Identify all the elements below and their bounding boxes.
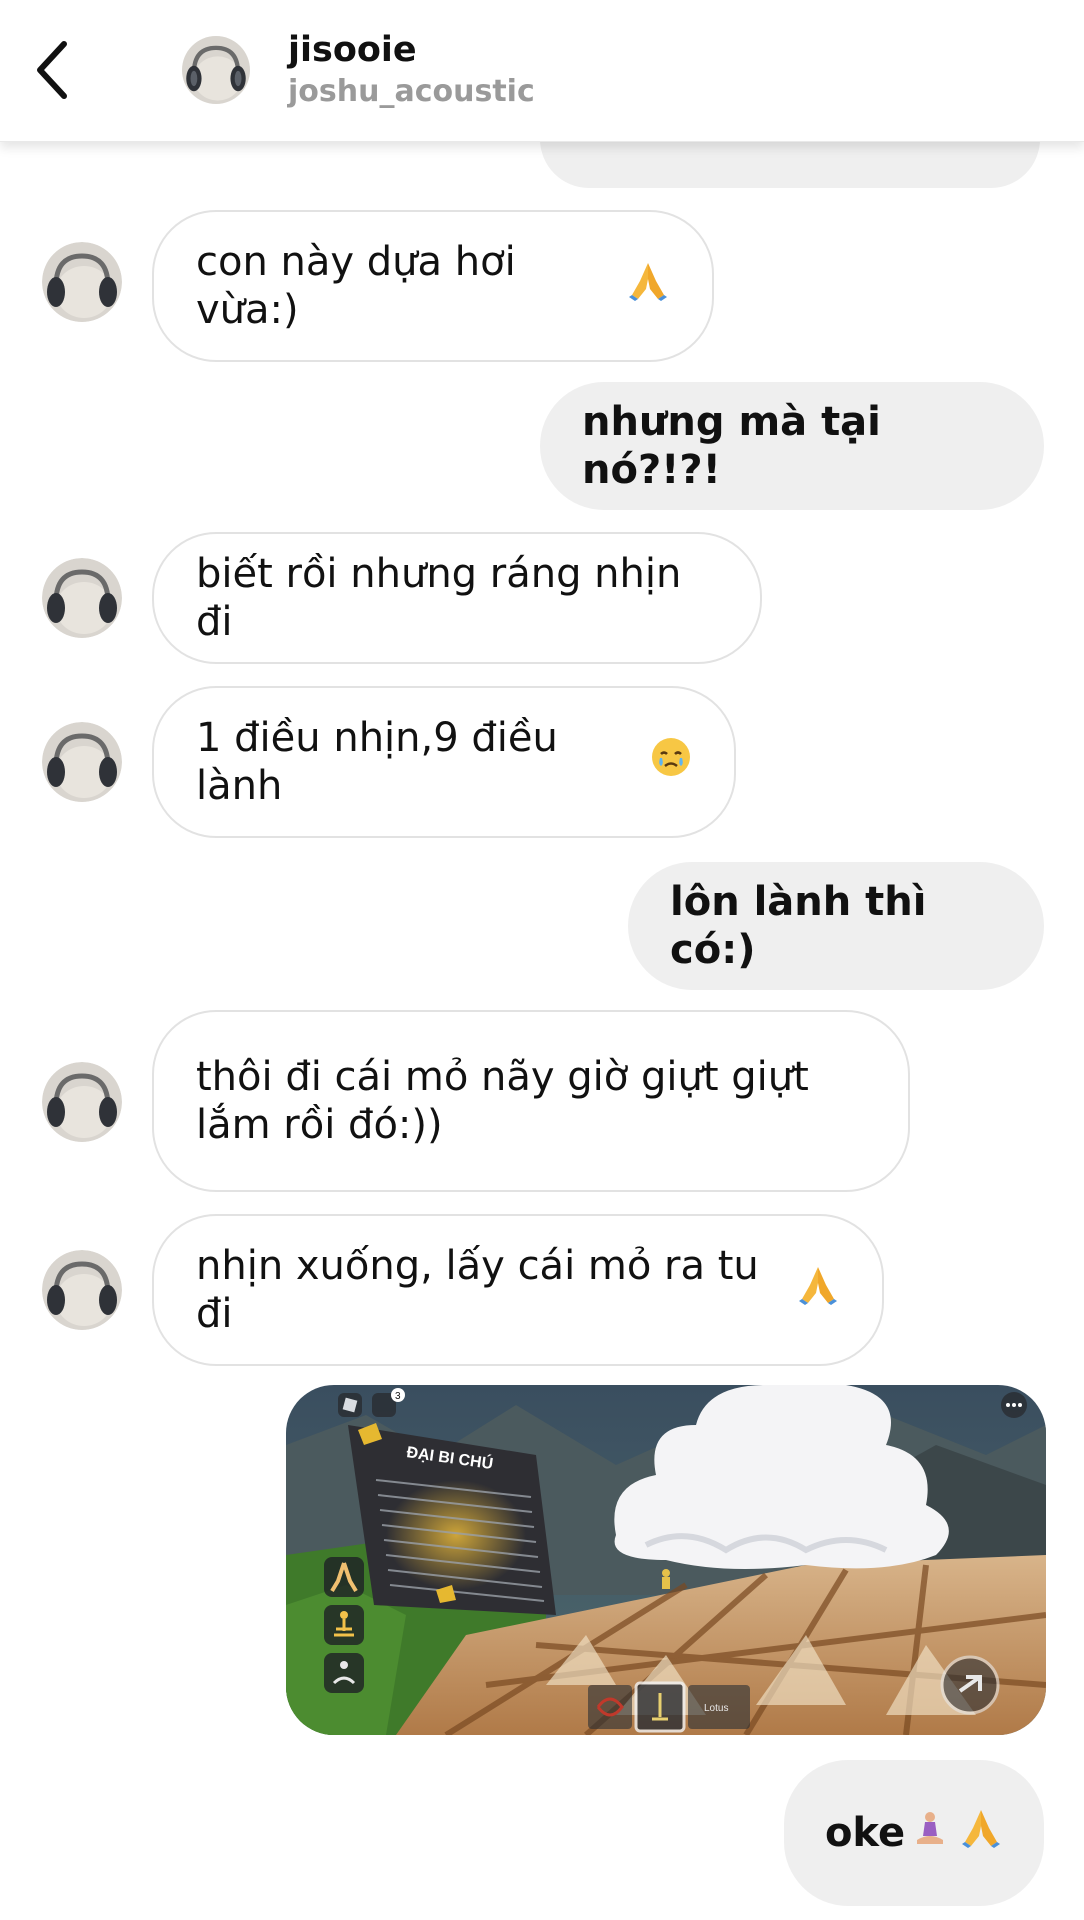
incoming-message[interactable]: biết rồi nhưng ráng nhịn đi bbox=[152, 532, 762, 664]
message-text: thôi đi cái mỏ nãy giờ giựt giựt lắm rồi… bbox=[196, 1054, 809, 1148]
folded-hands-icon bbox=[626, 259, 670, 314]
chat-screen: jisooie joshu_acoustic con này dựa hơi v… bbox=[0, 0, 1084, 1920]
incoming-message[interactable]: 1 điều nhịn,9 điều lành bbox=[152, 686, 736, 838]
header-avatar[interactable] bbox=[182, 36, 250, 104]
incoming-message[interactable]: thôi đi cái mỏ nãy giờ giựt giựt lắm rồi… bbox=[152, 1010, 910, 1192]
message-text: lôn lành thì có:) bbox=[670, 879, 927, 973]
message-text: nhưng mà tại nó?!?! bbox=[582, 399, 881, 493]
message-text: 1 điều nhịn,9 điều lành bbox=[196, 715, 558, 809]
outgoing-message[interactable]: nhưng mà tại nó?!?! bbox=[540, 382, 1044, 510]
outgoing-message[interactable]: lôn lành thì có:) bbox=[628, 862, 1044, 990]
hotbar-item-label: Lotus bbox=[704, 1703, 728, 1714]
message-text: con này dựa hơi vừa:) bbox=[196, 239, 516, 333]
chevron-left-icon bbox=[37, 41, 67, 99]
message-text: oke bbox=[824, 1810, 906, 1856]
folded-hands-icon bbox=[796, 1263, 840, 1318]
game-screenshot: ĐẠI BI CHÚ 3 Lotus bbox=[286, 1385, 1046, 1735]
folded-hands-icon bbox=[959, 1806, 1003, 1861]
sender-avatar[interactable] bbox=[42, 722, 122, 802]
incoming-message[interactable]: nhịn xuống, lấy cái mỏ ra tu đi bbox=[152, 1214, 884, 1366]
face-holding-back-tears-icon bbox=[650, 736, 692, 789]
notification-count: 3 bbox=[395, 1391, 401, 1402]
back-button[interactable] bbox=[22, 32, 82, 108]
sender-avatar[interactable] bbox=[42, 558, 122, 638]
contact-display-name[interactable]: jisooie bbox=[288, 30, 417, 70]
sender-avatar[interactable] bbox=[42, 242, 122, 322]
message-text: biết rồi nhưng ráng nhịn đi bbox=[196, 551, 682, 645]
message-text: nhịn xuống, lấy cái mỏ ra tu đi bbox=[196, 1243, 759, 1337]
contact-username[interactable]: joshu_acoustic bbox=[288, 74, 535, 109]
chat-header: jisooie joshu_acoustic bbox=[0, 0, 1084, 142]
image-message[interactable]: ĐẠI BI CHÚ 3 Lotus bbox=[286, 1385, 1046, 1735]
sender-avatar[interactable] bbox=[42, 1250, 122, 1330]
person-in-lotus-position-icon bbox=[915, 1809, 945, 1857]
sender-avatar[interactable] bbox=[42, 1062, 122, 1142]
outgoing-message[interactable]: oke bbox=[784, 1760, 1044, 1906]
incoming-message[interactable]: con này dựa hơi vừa:) bbox=[152, 210, 714, 362]
